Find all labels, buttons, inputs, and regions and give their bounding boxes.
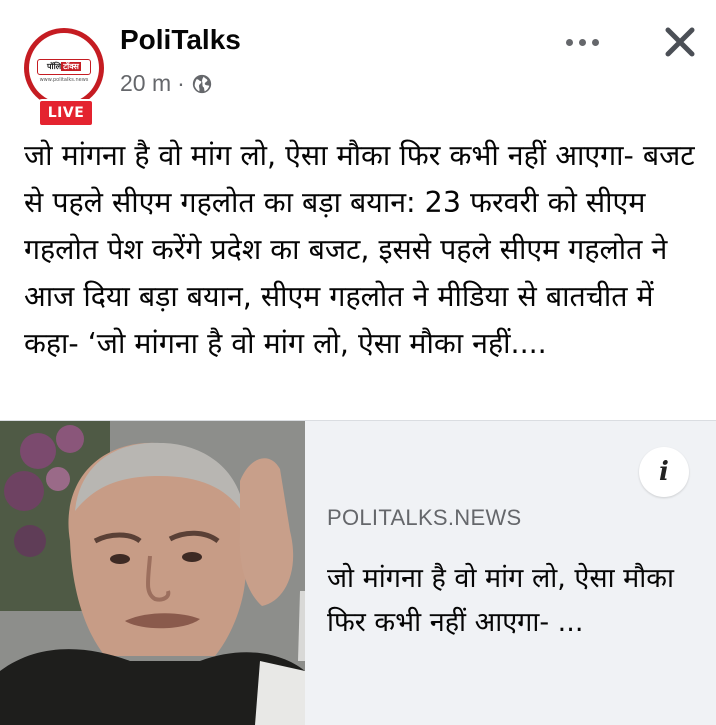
page-name[interactable]: PoliTalks <box>120 24 241 56</box>
logo-text-right: टॉक्स <box>61 62 81 71</box>
close-icon[interactable] <box>658 20 702 64</box>
photo-illustration <box>0 421 305 725</box>
link-preview-card[interactable]: i POLITALKS.NEWS जो मांगना है वो मांग लो… <box>0 420 716 725</box>
link-domain: POLITALKS.NEWS <box>327 505 522 530</box>
link-preview-body[interactable]: i POLITALKS.NEWS जो मांगना है वो मांग लो… <box>305 421 716 725</box>
page-avatar[interactable]: पॉलि टॉक्स www.politalks.news <box>24 28 104 108</box>
post-header: पॉलि टॉक्स www.politalks.news LIVE PoliTa… <box>0 0 716 130</box>
meta-separator: · <box>177 70 185 96</box>
globe-icon[interactable] <box>191 73 213 95</box>
logo-text-left: पॉलि <box>47 62 62 71</box>
logo-url: www.politalks.news <box>39 77 89 83</box>
info-icon[interactable]: i <box>639 447 689 497</box>
more-options-icon[interactable] <box>566 34 606 50</box>
post-text: जो मांगना है वो मांग लो, ऐसा मौका फिर कभ… <box>24 139 695 360</box>
link-preview-image[interactable] <box>0 421 305 725</box>
link-title[interactable]: जो मांगना है वो मांग लो, ऐसा मौका फिर कभ… <box>327 557 697 645</box>
live-badge: LIVE <box>38 99 94 127</box>
page-logo: पॉलि टॉक्स www.politalks.news <box>29 33 99 103</box>
logo-wordmark: पॉलि टॉक्स <box>37 59 91 75</box>
post-meta: 20 m · <box>120 70 213 97</box>
post-timestamp[interactable]: 20 m <box>120 70 171 97</box>
